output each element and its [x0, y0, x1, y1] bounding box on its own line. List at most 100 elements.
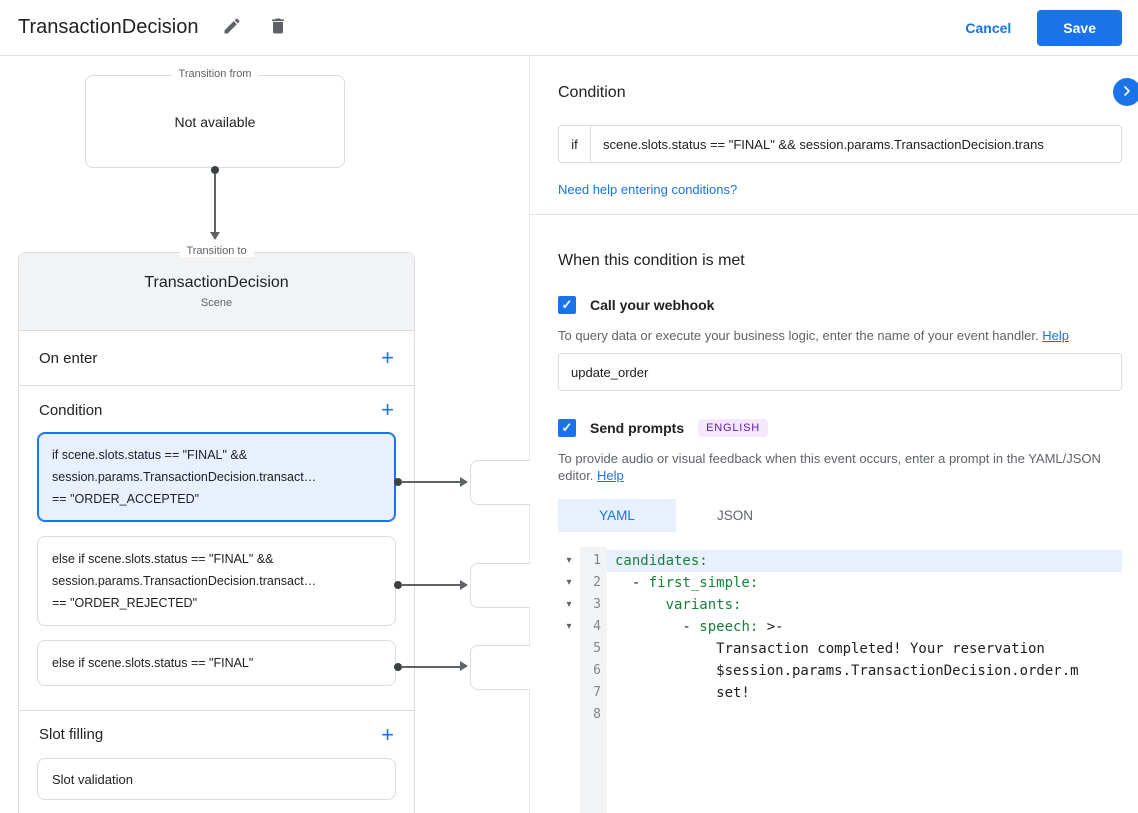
fold-toggle-icon	[558, 660, 580, 682]
check-icon: ✓	[561, 420, 573, 435]
code-area[interactable]: candidates: - first_simple: variants: - …	[607, 547, 1122, 813]
fold-toggle-icon	[558, 638, 580, 660]
transition-from-label: Transition from	[171, 68, 259, 80]
chevron-right-icon	[1119, 83, 1135, 102]
transition-target-stub[interactable]	[470, 645, 530, 690]
top-bar: TransactionDecision Cancel Save	[0, 0, 1138, 56]
on-enter-section: On enter +	[19, 331, 414, 386]
code-line[interactable]: Transaction completed! Your reservation	[615, 638, 1122, 660]
condition-text: session.params.TransactionDecision.trans…	[52, 470, 317, 484]
connector-line	[401, 666, 460, 668]
condition-text: == "ORDER_REJECTED"	[52, 596, 198, 610]
transition-target-stub[interactable]	[470, 460, 530, 505]
trash-icon	[268, 16, 288, 39]
connector-dot	[211, 166, 219, 174]
line-number: 6	[593, 663, 601, 678]
slot-filling-section: Slot filling +	[19, 711, 414, 758]
scene-subtitle: Scene	[200, 297, 233, 309]
line-number: 7	[593, 685, 601, 700]
arrow-down-icon	[210, 232, 220, 240]
webhook-description: To query data or execute your business l…	[558, 327, 1122, 344]
on-enter-label: On enter	[39, 349, 98, 367]
yaml-editor[interactable]: ▾ ▾ ▾ ▾ 1 2 3 4 5 6 7 8 candidates: - fi…	[558, 547, 1122, 813]
transition-to-label: Transition to	[179, 245, 254, 257]
condition-detail-panel: Condition if scene.slots.status == "FINA…	[530, 56, 1138, 813]
section-divider	[530, 214, 1138, 215]
code-line[interactable]: candidates:	[607, 550, 1122, 572]
language-badge: ENGLISH	[698, 419, 769, 437]
line-number: 5	[593, 641, 601, 656]
cancel-button[interactable]: Cancel	[965, 20, 1011, 36]
collapse-panel-button[interactable]	[1113, 78, 1138, 106]
arrow-right-icon	[460, 661, 468, 671]
webhook-handler-input[interactable]	[558, 353, 1122, 391]
fold-toggle-icon[interactable]: ▾	[558, 550, 580, 572]
code-line[interactable]: - speech: >-	[615, 616, 1122, 638]
call-webhook-checkbox[interactable]: ✓	[558, 296, 576, 314]
panel-title: Condition	[558, 84, 626, 101]
conditions-help-link[interactable]: Need help entering conditions?	[558, 182, 737, 197]
fold-toggle-icon[interactable]: ▾	[558, 572, 580, 594]
connector-line	[401, 481, 460, 483]
tab-yaml[interactable]: YAML	[558, 499, 676, 532]
line-number: 2	[593, 575, 601, 590]
code-line[interactable]: - first_simple:	[615, 572, 1122, 594]
condition-card-final[interactable]: else if scene.slots.status == "FINAL"	[37, 640, 396, 686]
condition-text: if scene.slots.status == "FINAL" &&	[52, 448, 248, 462]
condition-expression-value[interactable]: scene.slots.status == "FINAL" && session…	[591, 126, 1121, 162]
tab-json[interactable]: JSON	[676, 499, 794, 532]
connector-line	[401, 584, 460, 586]
webhook-help-link[interactable]: Help	[1042, 328, 1069, 343]
condition-card-rejected[interactable]: else if scene.slots.status == "FINAL" &&…	[37, 536, 396, 626]
prompts-help-link[interactable]: Help	[597, 468, 624, 483]
webhook-description-text: To query data or execute your business l…	[558, 328, 1039, 343]
transition-to-node: Transition to TransactionDecision Scene …	[18, 245, 415, 813]
save-button[interactable]: Save	[1037, 9, 1122, 46]
line-number-gutter: 1 2 3 4 5 6 7 8	[580, 547, 607, 813]
page-title: TransactionDecision	[18, 16, 199, 38]
condition-section-label: Condition	[39, 401, 103, 419]
fold-toggle-icon	[558, 704, 580, 726]
check-icon: ✓	[561, 297, 573, 312]
fold-toggle-icon[interactable]: ▾	[558, 594, 580, 616]
slot-validation-card[interactable]: Slot validation	[37, 758, 396, 800]
pencil-icon	[222, 16, 242, 39]
arrow-right-icon	[460, 477, 468, 487]
add-on-enter-button[interactable]: +	[381, 347, 394, 369]
code-line[interactable]: set!	[615, 682, 1122, 704]
line-number: 1	[593, 553, 601, 568]
transition-from-node[interactable]: Transition from Not available	[85, 68, 345, 168]
send-prompts-checkbox[interactable]: ✓	[558, 419, 576, 437]
transition-target-stub[interactable]	[470, 563, 530, 608]
add-condition-button[interactable]: +	[381, 399, 394, 421]
transition-from-content: Not available	[174, 113, 256, 130]
condition-expression-field[interactable]: if scene.slots.status == "FINAL" && sess…	[558, 125, 1122, 163]
prompts-description: To provide audio or visual feedback when…	[558, 450, 1122, 484]
code-line[interactable]: $session.params.TransactionDecision.orde…	[615, 660, 1122, 682]
if-prefix: if	[559, 126, 591, 162]
scene-graph-canvas: Transition from Not available Transition…	[0, 56, 530, 813]
line-number: 3	[593, 597, 601, 612]
code-line[interactable]: variants:	[615, 594, 1122, 616]
scene-title: TransactionDecision	[144, 274, 289, 291]
line-number: 4	[593, 619, 601, 634]
condition-card-accepted[interactable]: if scene.slots.status == "FINAL" && sess…	[37, 432, 396, 522]
edit-title-button[interactable]	[220, 16, 244, 40]
call-webhook-label: Call your webhook	[590, 297, 715, 313]
send-prompts-label: Send prompts	[590, 420, 685, 436]
connector-line	[214, 174, 216, 232]
when-condition-met-title: When this condition is met	[558, 252, 745, 269]
delete-scene-button[interactable]	[266, 16, 290, 40]
scene-header[interactable]: TransactionDecision Scene	[19, 253, 414, 331]
fold-toggle-icon[interactable]: ▾	[558, 616, 580, 638]
code-line[interactable]	[615, 704, 1122, 726]
condition-text: session.params.TransactionDecision.trans…	[52, 574, 317, 588]
condition-text: == "ORDER_ACCEPTED"	[52, 492, 200, 506]
slot-validation-label: Slot validation	[52, 771, 133, 787]
fold-toggle-icon	[558, 682, 580, 704]
add-slot-button[interactable]: +	[381, 723, 394, 745]
prompts-description-text: To provide audio or visual feedback when…	[558, 451, 1101, 483]
condition-text: else if scene.slots.status == "FINAL" &&	[52, 552, 274, 566]
condition-text: else if scene.slots.status == "FINAL"	[52, 656, 254, 670]
arrow-right-icon	[460, 580, 468, 590]
